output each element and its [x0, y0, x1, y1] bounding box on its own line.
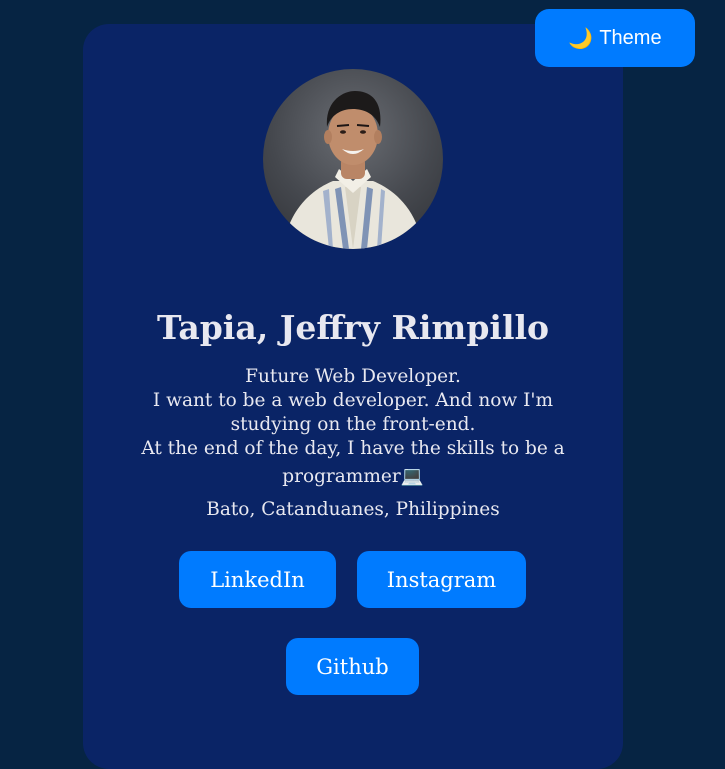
- bio-line: Future Web Developer.: [245, 366, 461, 387]
- profile-card: Tapia, Jeffry Rimpillo Future Web Develo…: [83, 24, 623, 769]
- profile-photo: [283, 91, 423, 249]
- linkedin-button[interactable]: LinkedIn: [179, 551, 336, 608]
- avatar: [263, 69, 443, 249]
- instagram-button[interactable]: Instagram: [357, 551, 526, 608]
- profile-location: Bato, Catanduanes, Philippines: [206, 499, 500, 520]
- bio-line: I want to be a web developer. And now I'…: [152, 390, 554, 411]
- theme-toggle-button[interactable]: 🌙 Theme: [535, 9, 695, 67]
- profile-name: Tapia, Jeffry Rimpillo: [156, 308, 550, 347]
- moon-icon: 🌙: [568, 27, 594, 50]
- profile-bio: Future Web Developer. I want to be a web…: [123, 365, 583, 489]
- bio-line: studying on the front-end.: [230, 414, 476, 435]
- bio-line: At the end of the day, I have the skills…: [141, 438, 565, 459]
- theme-button-label: Theme: [599, 26, 662, 49]
- github-button[interactable]: Github: [286, 638, 419, 695]
- bio-line: programmer💻: [282, 466, 424, 487]
